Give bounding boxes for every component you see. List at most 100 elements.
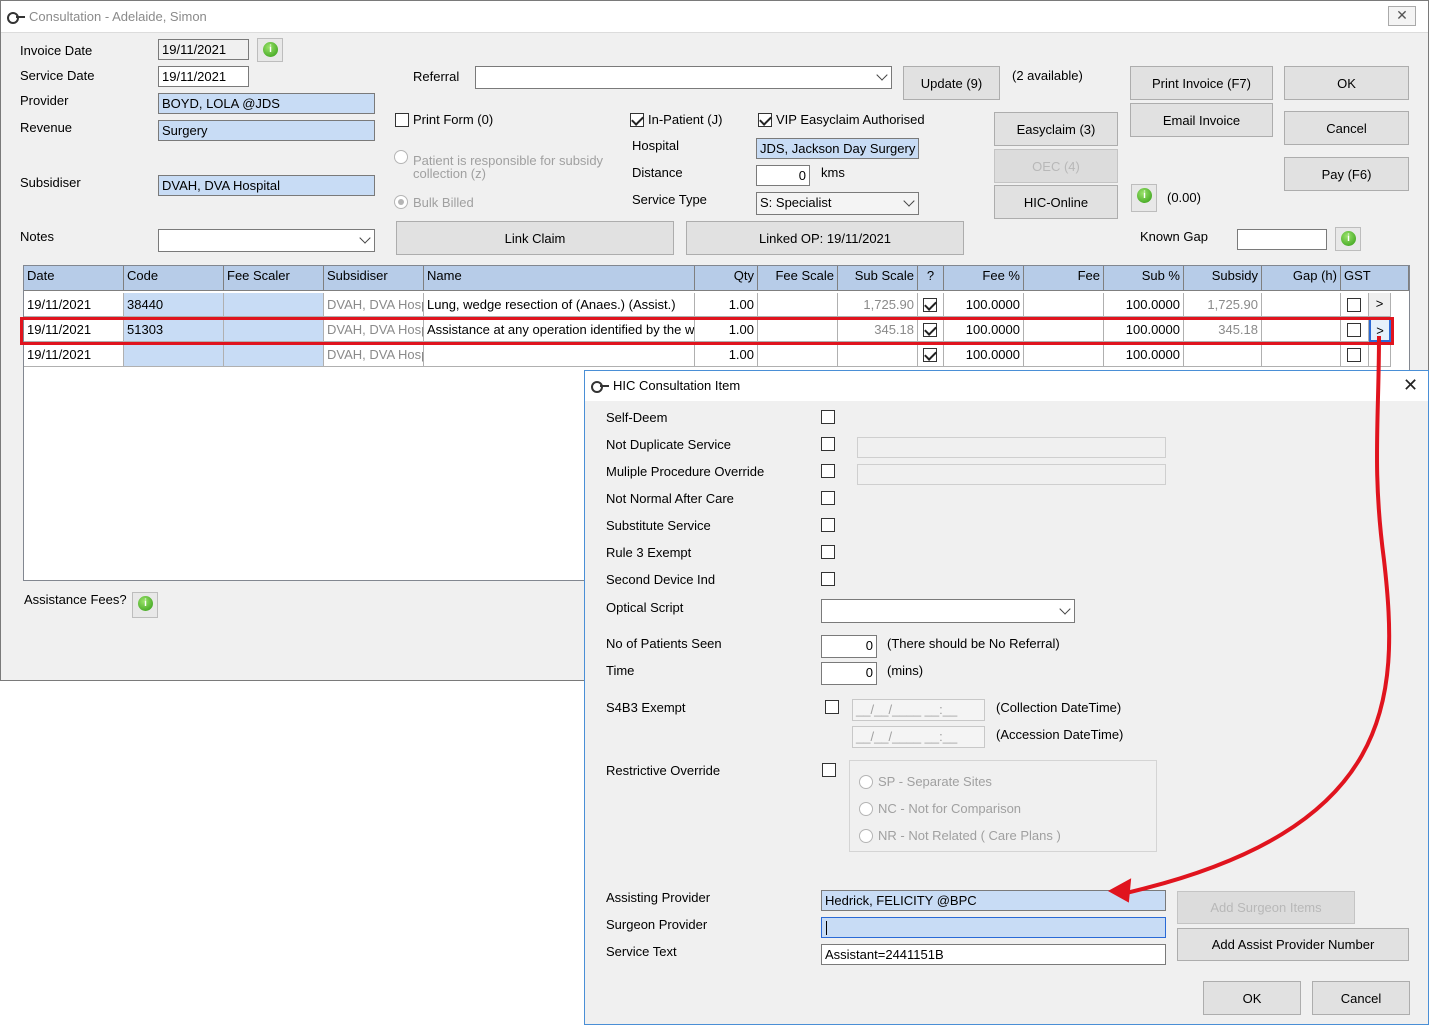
cell-subsidiser[interactable]: DVAH, DVA Hosp — [324, 343, 424, 367]
row-detail-button[interactable]: > — [1369, 293, 1391, 317]
distance-field[interactable]: 0 — [756, 165, 810, 186]
provider-field[interactable]: BOYD, LOLA @JDS — [158, 93, 375, 114]
cell-fee-scaler[interactable] — [224, 293, 324, 317]
multiple-override-checkbox[interactable] — [821, 464, 835, 478]
linked-op-button[interactable]: Linked OP: 19/11/2021 — [686, 221, 964, 255]
easyclaim-button[interactable]: Easyclaim (3) — [994, 112, 1118, 146]
cell-subsidiser[interactable]: DVAH, DVA Hosp — [324, 293, 424, 317]
cell-check[interactable] — [918, 293, 944, 317]
row-detail-button[interactable] — [1369, 343, 1391, 367]
hic-online-button[interactable]: HIC-Online — [994, 185, 1118, 219]
close-icon[interactable]: ✕ — [1388, 6, 1416, 26]
info-icon[interactable] — [132, 592, 158, 618]
cell-fee-scale[interactable] — [758, 293, 838, 317]
cell-qty[interactable]: 1.00 — [695, 293, 758, 317]
surgeon-provider-field[interactable] — [821, 917, 1166, 938]
column-header[interactable]: Sub % — [1104, 266, 1184, 291]
service-type-combo[interactable]: S: Specialist — [756, 192, 919, 215]
column-header[interactable]: GST — [1341, 266, 1409, 291]
cell-fee[interactable] — [1024, 293, 1104, 317]
patient-responsible-radio[interactable] — [394, 150, 408, 164]
invoice-date-field[interactable]: 19/11/2021 — [158, 39, 249, 60]
close-icon[interactable]: ✕ — [1403, 375, 1418, 396]
cell-fee-pct[interactable]: 100.0000 — [944, 343, 1024, 367]
cell-subsidy[interactable] — [1184, 343, 1262, 367]
cell-sub-pct[interactable]: 100.0000 — [1104, 293, 1184, 317]
rule3-checkbox[interactable] — [821, 545, 835, 559]
column-header[interactable]: Subsidiser — [324, 266, 424, 291]
accession-datetime-field[interactable]: __/__/____ __:__ — [852, 726, 985, 748]
in-patient-checkbox[interactable] — [630, 113, 644, 127]
second-device-checkbox[interactable] — [821, 572, 835, 586]
known-gap-field[interactable] — [1237, 229, 1327, 250]
not-normal-checkbox[interactable] — [821, 491, 835, 505]
cell-check[interactable] — [918, 343, 944, 367]
subsidiser-field[interactable]: DVAH, DVA Hospital — [158, 175, 375, 196]
cell-name[interactable]: Lung, wedge resection of (Anaes.) (Assis… — [424, 293, 695, 317]
pay-button[interactable]: Pay (F6) — [1284, 157, 1409, 191]
gst-checkbox[interactable] — [1347, 298, 1361, 312]
info-icon[interactable] — [1131, 184, 1157, 212]
info-icon[interactable] — [1335, 227, 1361, 251]
info-icon[interactable] — [257, 38, 283, 62]
column-header[interactable]: Sub Scale — [838, 266, 918, 291]
cell-sub-scale[interactable] — [838, 343, 918, 367]
sp-radio[interactable] — [859, 775, 873, 789]
service-text-field[interactable]: Assistant=2441151B — [821, 944, 1166, 965]
email-invoice-button[interactable]: Email Invoice — [1130, 103, 1273, 137]
bulk-billed-radio[interactable] — [394, 195, 408, 209]
cell-date[interactable]: 19/11/2021 — [24, 293, 124, 317]
cell-sub-pct[interactable]: 100.0000 — [1104, 343, 1184, 367]
revenue-field[interactable]: Surgery — [158, 120, 375, 141]
print-form-checkbox[interactable] — [395, 113, 409, 127]
s4b3-checkbox[interactable] — [825, 700, 839, 714]
column-header[interactable]: Date — [24, 266, 124, 291]
update-button[interactable]: Update (9) — [903, 66, 1000, 100]
print-invoice-button[interactable]: Print Invoice (F7) — [1130, 66, 1273, 100]
column-header[interactable]: Fee — [1024, 266, 1104, 291]
cell-qty[interactable]: 1.00 — [695, 343, 758, 367]
column-header[interactable]: Name — [424, 266, 695, 291]
column-header[interactable]: ? — [918, 266, 944, 291]
cell-fee[interactable] — [1024, 343, 1104, 367]
cell-fee-pct[interactable]: 100.0000 — [944, 293, 1024, 317]
gst-checkbox[interactable] — [1347, 348, 1361, 362]
column-header[interactable]: Subsidy — [1184, 266, 1262, 291]
cell-fee-scaler[interactable] — [224, 343, 324, 367]
nr-radio[interactable] — [859, 829, 873, 843]
cell-date[interactable]: 19/11/2021 — [24, 343, 124, 367]
collection-datetime-field[interactable]: __/__/____ __:__ — [852, 699, 985, 721]
cancel-button[interactable]: Cancel — [1284, 111, 1409, 145]
nc-radio[interactable] — [859, 802, 873, 816]
column-header[interactable]: Fee % — [944, 266, 1024, 291]
cell-fee-scale[interactable] — [758, 343, 838, 367]
vip-easyclaim-checkbox[interactable] — [758, 113, 772, 127]
patients-seen-field[interactable]: 0 — [821, 635, 877, 658]
restrictive-checkbox[interactable] — [822, 763, 836, 777]
cell-gst[interactable] — [1341, 293, 1369, 317]
dialog-cancel-button[interactable]: Cancel — [1312, 981, 1410, 1015]
cell-gst[interactable] — [1341, 343, 1369, 367]
column-header[interactable]: Fee Scaler — [224, 266, 324, 291]
cell-subsidy[interactable]: 1,725.90 — [1184, 293, 1262, 317]
cell-code[interactable] — [124, 343, 224, 367]
not-duplicate-checkbox[interactable] — [821, 437, 835, 451]
column-header[interactable]: Fee Scale — [758, 266, 838, 291]
dialog-ok-button[interactable]: OK — [1203, 981, 1301, 1015]
column-header[interactable]: Code — [124, 266, 224, 291]
cell-sub-scale[interactable]: 1,725.90 — [838, 293, 918, 317]
add-assist-provider-number-button[interactable]: Add Assist Provider Number — [1177, 928, 1409, 961]
time-field[interactable]: 0 — [821, 662, 877, 685]
service-date-field[interactable]: 19/11/2021 — [158, 66, 249, 87]
ok-button[interactable]: OK — [1284, 66, 1409, 100]
cell-code[interactable]: 38440 — [124, 293, 224, 317]
row-checkbox[interactable] — [923, 298, 937, 312]
cell-gap[interactable] — [1262, 343, 1341, 367]
self-deem-checkbox[interactable] — [821, 410, 835, 424]
referral-combo[interactable] — [475, 66, 892, 89]
assisting-provider-field[interactable]: Hedrick, FELICITY @BPC — [821, 890, 1166, 911]
optical-script-combo[interactable] — [821, 599, 1075, 623]
column-header[interactable]: Gap (h) — [1262, 266, 1341, 291]
cell-gap[interactable] — [1262, 293, 1341, 317]
row-checkbox[interactable] — [923, 348, 937, 362]
